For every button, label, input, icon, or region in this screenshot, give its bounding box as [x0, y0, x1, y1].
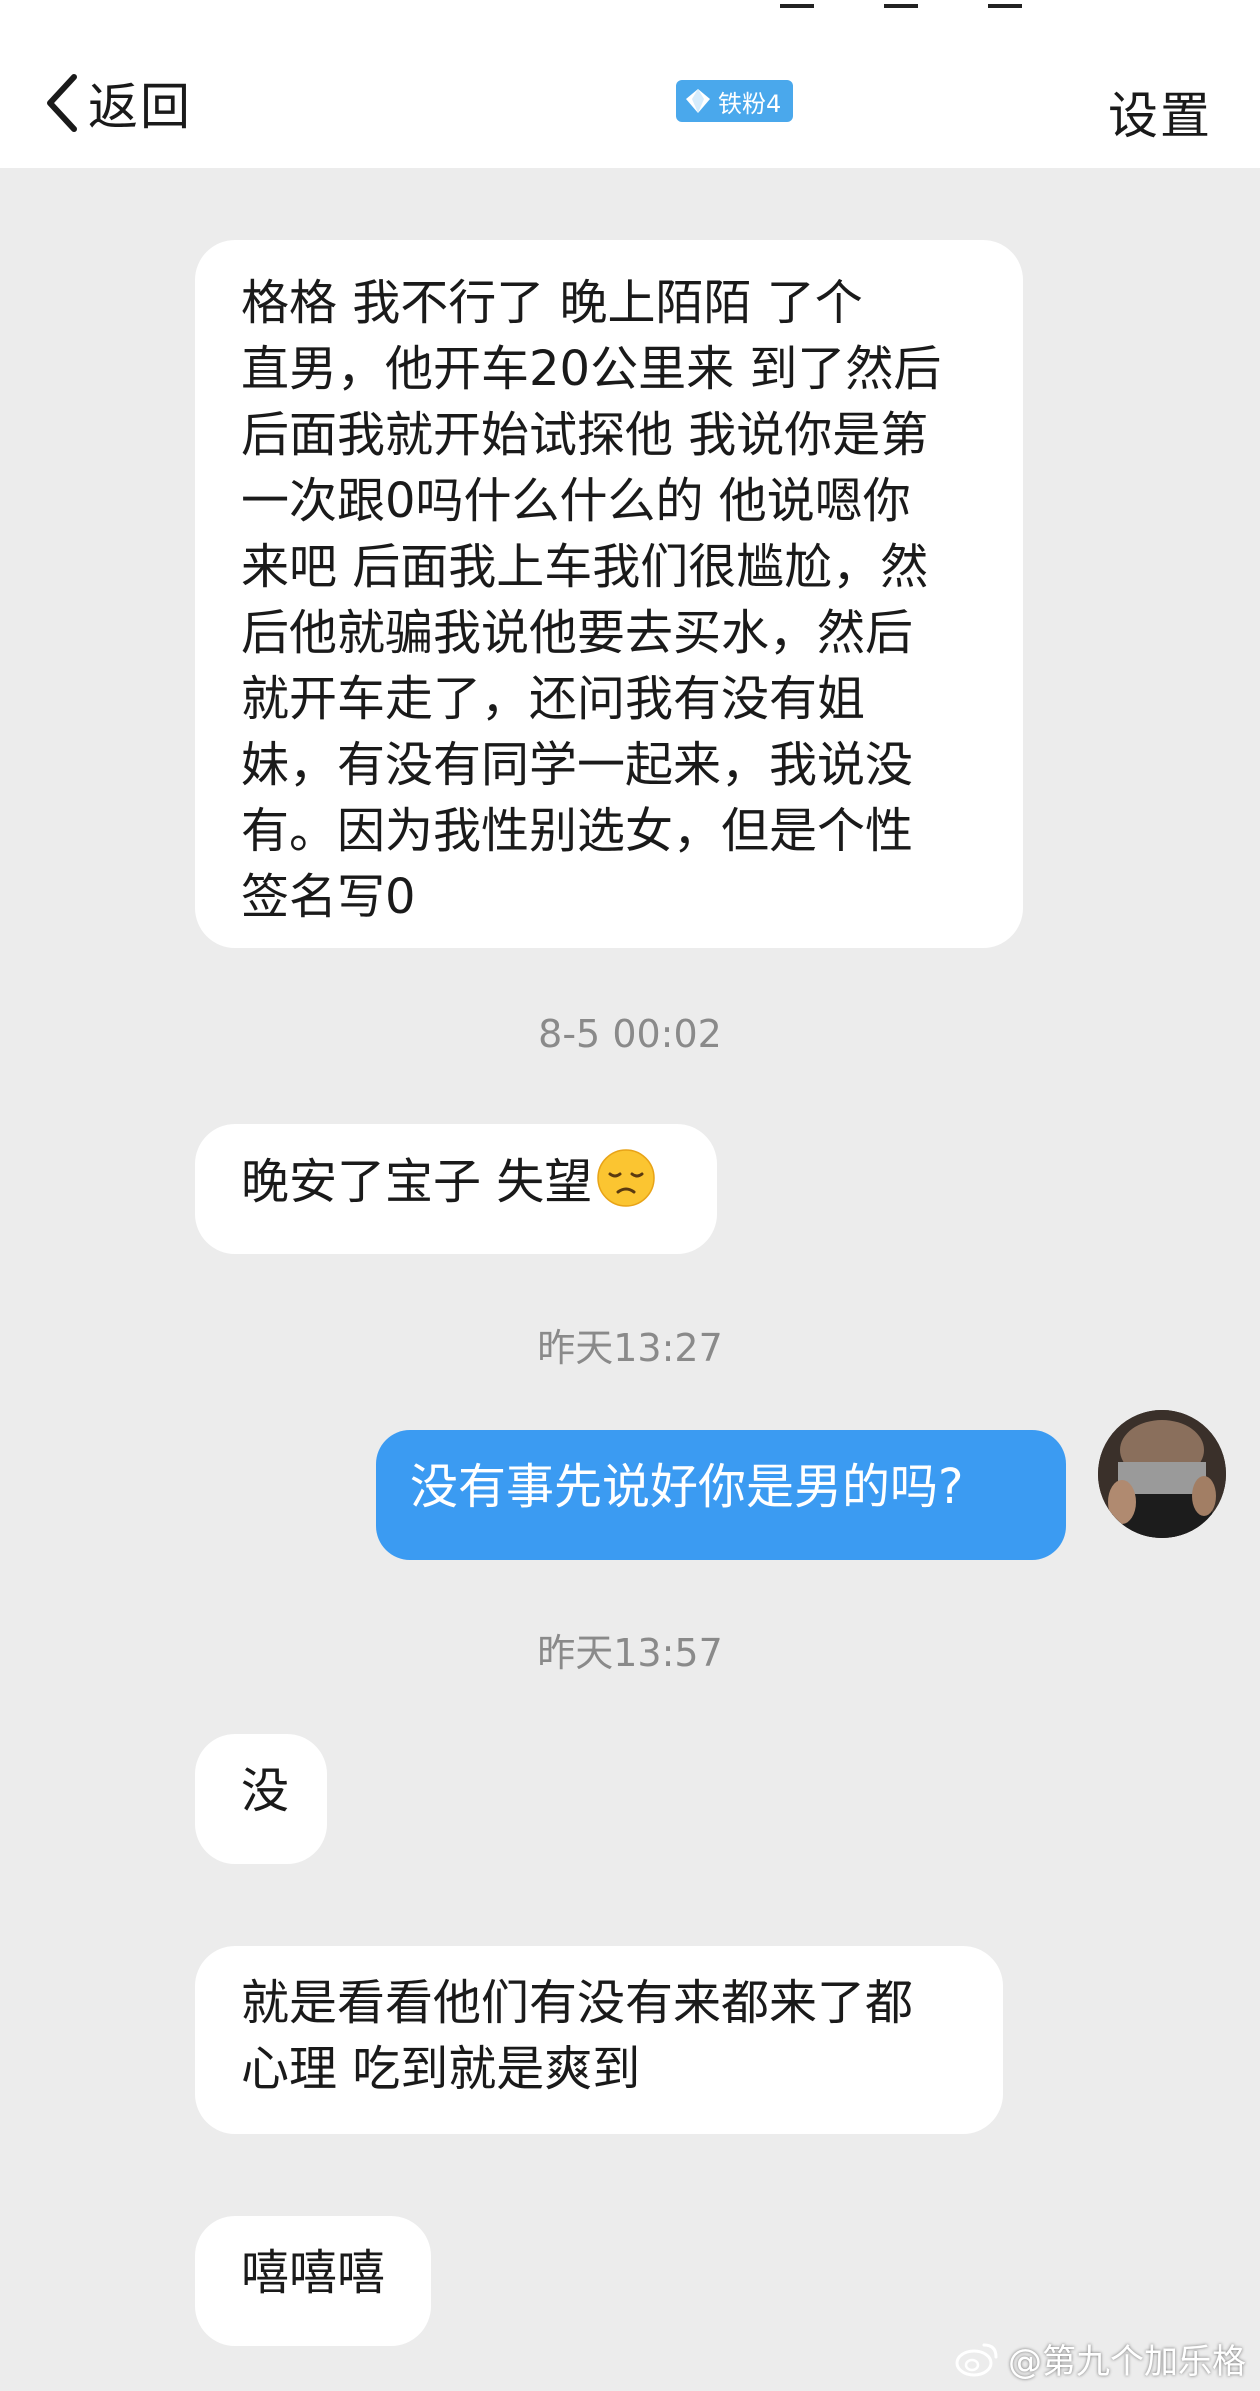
message-line: 心理 吃到就是爽到 — [241, 2041, 641, 2097]
watermark-text: @第九个加乐格 — [1008, 2342, 1246, 2382]
message-line: 后他就骗我说他要去买水，然后 — [241, 605, 914, 661]
incoming-message-bubble[interactable]: 就是看看他们有没有来都来了都 心理 吃到就是爽到 — [195, 1946, 1003, 2134]
message-line: 来吧 后面我上车我们很尴尬，然 — [241, 539, 929, 595]
message-line: 直男，他开车20公里来 到了然后 — [241, 341, 942, 397]
message-line: 后面我就开始试探他 我说你是第 — [241, 407, 929, 463]
status-icon — [884, 0, 918, 8]
status-icon — [988, 0, 1022, 8]
incoming-message-bubble[interactable]: 格格 我不行了 晚上陌陌 了个 直男，他开车20公里来 到了然后 后面我就开始试… — [195, 240, 1023, 948]
message-line: 就是看看他们有没有来都来了都 — [241, 1975, 914, 2031]
status-icon — [780, 0, 814, 8]
message-line: 有。因为我性别选女，但是个性 — [241, 803, 914, 859]
message-text: 晚安了宝子 失望 — [241, 1154, 593, 1210]
incoming-message-bubble[interactable]: 没 — [195, 1734, 327, 1864]
avatar-photo — [1098, 1410, 1226, 1538]
message-text: 没 — [241, 1763, 290, 1819]
fan-level-badge: 铁粉4 — [676, 80, 794, 122]
outgoing-message-bubble[interactable]: 没有事先说好你是男的吗? — [376, 1430, 1066, 1560]
status-bar — [0, 0, 1260, 12]
message-line: 格格 我不行了 晚上陌陌 了个 — [241, 275, 863, 331]
message-text: 没有事先说好你是男的吗? — [410, 1459, 964, 1515]
chat-header: 返回 铁粉4 设置 — [0, 12, 1260, 168]
watermark: @第九个加乐格 — [954, 2334, 1246, 2383]
avatar[interactable] — [1098, 1410, 1226, 1538]
message-line: 签名写0 — [241, 869, 416, 925]
message-timestamp: 昨天13:57 — [537, 1631, 723, 1675]
weibo-logo-icon — [955, 2343, 998, 2376]
chevron-left-icon — [47, 74, 77, 132]
badge-label: 铁粉4 — [718, 89, 782, 118]
incoming-message-bubble[interactable]: 嘻嘻嘻 — [195, 2216, 431, 2346]
status-icons — [780, 0, 1022, 8]
back-label: 返回 — [88, 78, 192, 136]
diamond-icon — [686, 89, 710, 113]
message-timestamp: 8-5 00:02 — [538, 1012, 722, 1056]
back-button[interactable]: 返回 — [42, 68, 192, 138]
incoming-message-bubble[interactable]: 晚安了宝子 失望 — [195, 1124, 717, 1254]
disappointed-face-icon — [597, 1149, 656, 1207]
message-text: 嘻嘻嘻 — [241, 2245, 386, 2301]
message-line: 妹，有没有同学一起来，我说没 — [241, 737, 914, 793]
message-timestamp: 昨天13:27 — [537, 1326, 723, 1370]
message-line: 就开车走了，还问我有没有姐 — [241, 671, 866, 727]
message-line: 一次跟0吗什么什么的 他说嗯你 — [241, 473, 911, 529]
settings-button[interactable]: 设置 — [1108, 76, 1212, 148]
